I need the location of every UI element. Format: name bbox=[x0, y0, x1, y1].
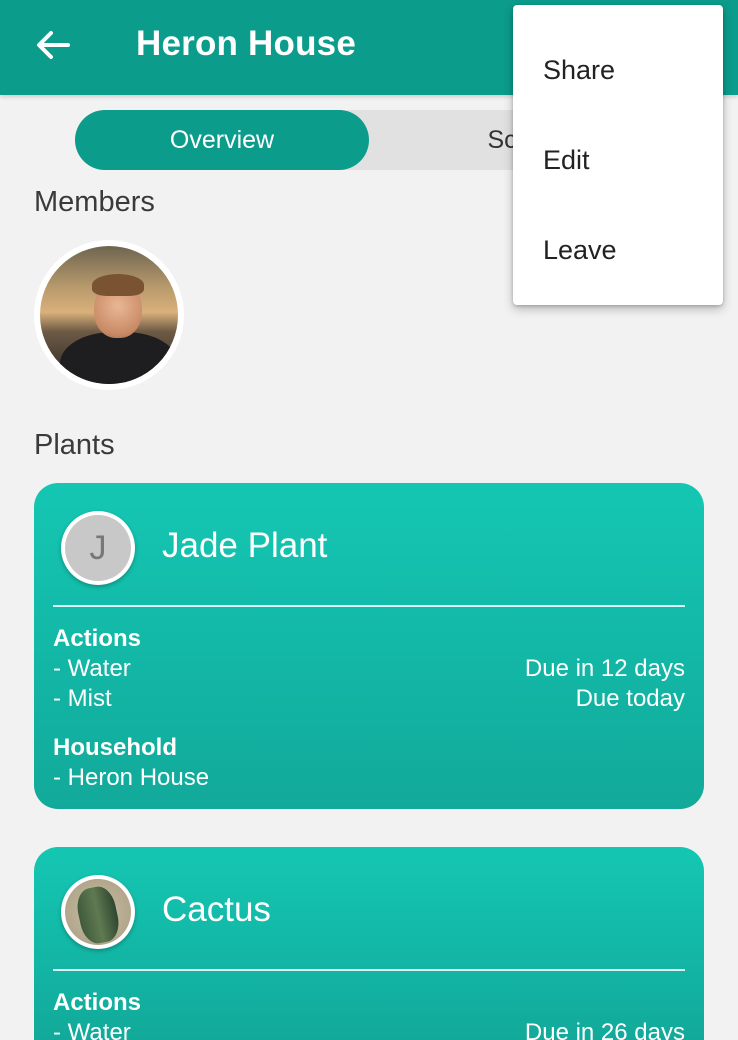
plant-initial: J bbox=[65, 515, 131, 581]
plants-heading: Plants bbox=[34, 429, 115, 461]
plant-card-jade[interactable]: J Jade Plant Actions - Water Due in 12 d… bbox=[34, 483, 704, 809]
member-avatar[interactable] bbox=[34, 240, 184, 390]
divider bbox=[53, 969, 685, 971]
arrow-left-icon bbox=[37, 31, 70, 59]
plant-name: Cactus bbox=[162, 890, 271, 929]
menu-item-edit[interactable]: Edit bbox=[513, 115, 723, 205]
members-heading: Members bbox=[34, 186, 155, 218]
member-photo bbox=[40, 246, 178, 384]
tab-overview[interactable]: Overview bbox=[75, 110, 369, 170]
actions-label: Actions bbox=[53, 989, 142, 1016]
action-name: - Water bbox=[53, 1019, 131, 1040]
menu-item-leave[interactable]: Leave bbox=[513, 205, 723, 295]
divider bbox=[53, 605, 685, 607]
plant-avatar bbox=[61, 875, 135, 949]
actions-label: Actions bbox=[53, 625, 142, 652]
plant-card-header: Cactus bbox=[34, 847, 704, 969]
plant-card-header: J Jade Plant bbox=[34, 483, 704, 605]
plant-card-cactus[interactable]: Cactus Actions - Water Due in 26 days bbox=[34, 847, 704, 1040]
plant-photo bbox=[65, 879, 131, 945]
household-label: Household bbox=[53, 734, 177, 761]
action-name: - Mist bbox=[53, 685, 112, 712]
plant-name: Jade Plant bbox=[162, 526, 328, 565]
plant-avatar: J bbox=[61, 511, 135, 585]
page-title: Heron House bbox=[136, 24, 357, 63]
back-button[interactable] bbox=[30, 22, 76, 68]
action-due: Due in 26 days bbox=[524, 1019, 685, 1040]
overflow-menu: Share Edit Leave bbox=[513, 5, 723, 305]
action-due: Due in 12 days bbox=[524, 655, 685, 682]
household-name: - Heron House bbox=[53, 764, 210, 791]
action-due: Due today bbox=[575, 685, 685, 712]
action-name: - Water bbox=[53, 655, 131, 682]
menu-item-share[interactable]: Share bbox=[513, 25, 723, 115]
